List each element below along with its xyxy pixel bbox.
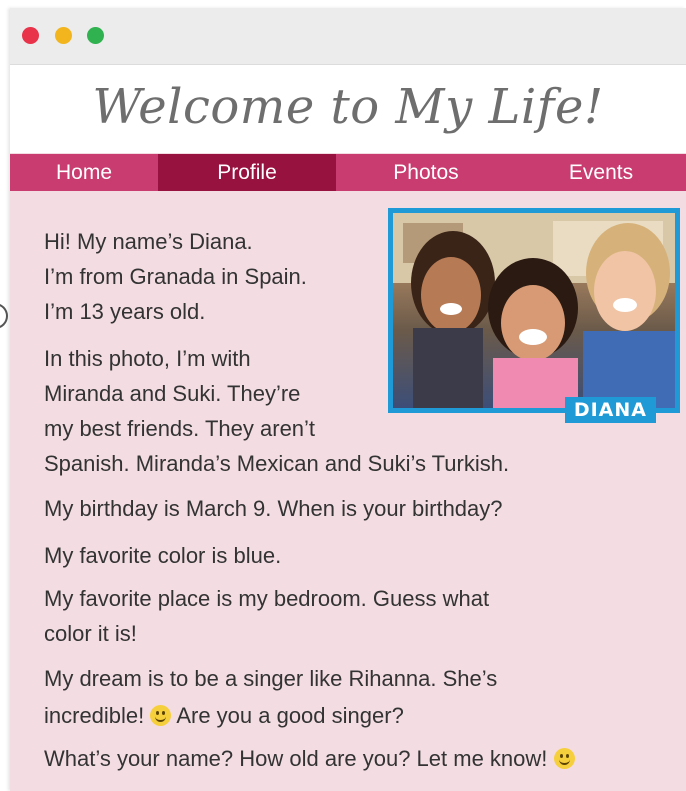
paragraph-line-7: Spanish. Miranda’s Mexican and Suki’s Tu…	[44, 451, 510, 476]
paragraph-line-6: my best friends. They aren’t	[44, 416, 316, 441]
friends-photo-image	[393, 213, 675, 408]
dream-line-2-start: incredible!	[44, 703, 145, 728]
minimize-window-button[interactable]	[55, 27, 72, 44]
dream-line-2: incredible! Are you a good singer?	[44, 703, 404, 729]
tab-events[interactable]: Events	[516, 154, 686, 191]
closing-line: What’s your name? How old are you? Let m…	[44, 746, 575, 772]
close-window-button[interactable]	[22, 27, 39, 44]
paragraph-line-4: In this photo, I’m with	[44, 346, 251, 371]
site-title: Welcome to My Life!	[92, 79, 604, 135]
browser-window: Welcome to My Life! Home Profile Photos …	[10, 8, 686, 791]
dream-line-1: My dream is to be a singer like Rihanna.…	[44, 666, 498, 691]
title-bar	[10, 8, 686, 65]
maximize-window-button[interactable]	[87, 27, 104, 44]
smiley-face-icon	[553, 748, 575, 769]
favorite-place-line-2: color it is!	[44, 621, 137, 646]
closing-line-text: What’s your name? How old are you? Let m…	[44, 746, 548, 771]
smiley-face-icon	[150, 705, 172, 726]
photo-caption: DIANA	[564, 397, 656, 423]
birthday-line: My birthday is March 9. When is your bir…	[44, 496, 503, 521]
paragraph-line-5: Miranda and Suki. They’re	[44, 381, 301, 406]
intro-line-1: Hi! My name’s Diana.	[44, 229, 253, 254]
favorite-place-line-1: My favorite place is my bedroom. Guess w…	[44, 586, 490, 611]
profile-photo: DIANA	[388, 208, 680, 423]
tab-profile[interactable]: Profile	[158, 154, 336, 191]
tab-home[interactable]: Home	[10, 154, 158, 191]
previous-page-arrow-icon[interactable]	[0, 303, 8, 329]
site-header: Welcome to My Life!	[10, 65, 686, 153]
dream-line-2-end: Are you a good singer?	[176, 703, 404, 728]
main-navigation: Home Profile Photos Events	[10, 154, 686, 191]
photo-illustration	[393, 213, 675, 408]
profile-content: DIANA Hi! My name’s Diana. I’m from Gran…	[10, 191, 686, 791]
intro-line-2: I’m from Granada in Spain.	[44, 264, 307, 289]
tab-photos[interactable]: Photos	[336, 154, 516, 191]
favorite-color-line: My favorite color is blue.	[44, 543, 282, 568]
intro-line-3: I’m 13 years old.	[44, 299, 206, 324]
